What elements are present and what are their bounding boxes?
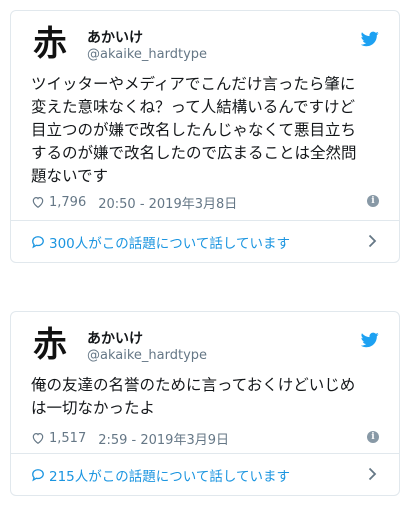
display-name[interactable]: あかいけ	[87, 328, 143, 348]
tweet-meta: 1,517 2:59 - 2019年3月9日 i	[31, 429, 379, 448]
tweet-card[interactable]: 赤 あかいけ @akaike_hardtype ツイッターやメディアでこんだけ言…	[10, 10, 400, 263]
user-handle[interactable]: @akaike_hardtype	[87, 348, 207, 363]
info-icon[interactable]: i	[367, 431, 379, 443]
tweet-text: 俺の友達の名誉のために言っておくけどいじめ は一切なかったよ	[31, 376, 356, 417]
tweet-card[interactable]: 赤 あかいけ @akaike_hardtype 俺の友達の名誉のために言っておく…	[10, 311, 400, 496]
conversation-link[interactable]: 300人がこの話題について話しています	[11, 220, 399, 262]
avatar[interactable]: 赤	[31, 25, 69, 63]
like-count[interactable]: 1,517	[49, 431, 86, 446]
speech-bubble-icon	[32, 468, 44, 481]
twitter-bird-icon[interactable]	[361, 31, 379, 47]
conversation-text[interactable]: 300人がこの話題について話しています	[49, 232, 290, 252]
display-name[interactable]: あかいけ	[87, 27, 143, 47]
twitter-bird-icon[interactable]	[361, 332, 379, 348]
conversation-link[interactable]: 215人がこの話題について話しています	[11, 453, 399, 495]
user-handle[interactable]: @akaike_hardtype	[87, 47, 207, 62]
tweet-header: 赤 あかいけ @akaike_hardtype	[11, 11, 399, 73]
speech-bubble-icon	[32, 235, 44, 248]
chevron-right-icon[interactable]	[368, 234, 377, 248]
conversation-text[interactable]: 215人がこの話題について話しています	[49, 465, 290, 485]
heart-icon[interactable]	[31, 195, 45, 209]
tweet-text: ツイッターやメディアでこんだけ言ったら肇に 変えた意味なくね？って人結構いるんで…	[31, 75, 357, 185]
info-icon[interactable]: i	[367, 195, 379, 207]
timestamp[interactable]: 20:50 - 2019年3月8日	[98, 193, 237, 212]
tweet-meta: 1,796 20:50 - 2019年3月8日 i	[31, 193, 379, 212]
heart-icon[interactable]	[31, 431, 45, 445]
timestamp[interactable]: 2:59 - 2019年3月9日	[98, 429, 229, 448]
tweet-header: 赤 あかいけ @akaike_hardtype	[11, 312, 399, 374]
like-count[interactable]: 1,796	[49, 195, 86, 210]
avatar[interactable]: 赤	[31, 326, 69, 364]
chevron-right-icon[interactable]	[368, 467, 377, 481]
